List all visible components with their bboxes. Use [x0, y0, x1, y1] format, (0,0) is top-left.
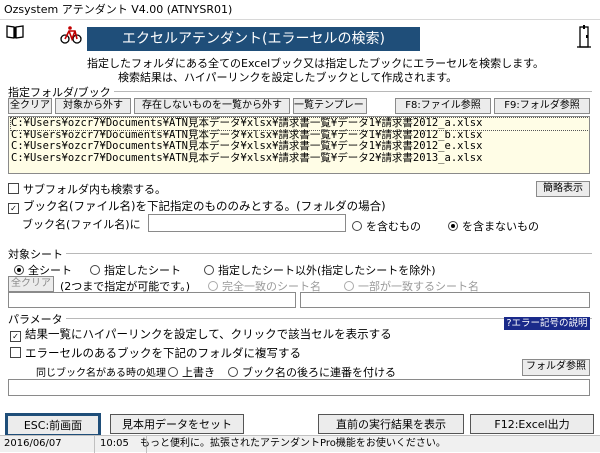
partial-match-radio[interactable]: [344, 281, 354, 291]
overwrite-option[interactable]: 上書き: [168, 364, 215, 380]
sheet-name-input-2[interactable]: [300, 292, 590, 308]
overwrite-label: 上書き: [182, 366, 215, 379]
specified-sheets-option[interactable]: 指定したシート: [90, 262, 181, 278]
remove-missing-button[interactable]: 存在しないものを一覧から外す: [134, 98, 290, 114]
contains-option[interactable]: を含むもの: [352, 218, 421, 234]
sheet-group-label: 対象シート: [8, 246, 66, 262]
contains-radio[interactable]: [352, 221, 362, 231]
sheet-name-input-1[interactable]: [8, 292, 296, 308]
subfolder-checkbox[interactable]: [8, 183, 19, 194]
sheet-group-divider: [8, 253, 592, 254]
file-list[interactable]: C:¥Users¥ozcr7¥Documents¥ATN見本データ¥xlsx¥請…: [8, 116, 590, 174]
book-name-label: ブック名(ファイル名)に: [22, 218, 141, 231]
show-last-result-button[interactable]: 直前の実行結果を表示: [318, 414, 464, 434]
copy-books-checkbox[interactable]: [10, 347, 21, 358]
hyperlink-label: 結果一覧にハイパーリンクを設定して、クリックで該当セルを表示する: [25, 327, 392, 341]
sheet-clear-all-button[interactable]: 全クリア: [8, 276, 54, 292]
exact-match-radio[interactable]: [208, 281, 218, 291]
status-bar: 2016/06/07 10:05 もっと便利に。拡張されたアテンダントPro機能…: [0, 435, 600, 453]
simple-view-button[interactable]: 簡略表示: [536, 181, 590, 197]
copy-folder-input[interactable]: [8, 379, 590, 396]
param-group-label: パラメータ: [8, 311, 66, 327]
window-title: Ozsystem アテンダント V4.00 (ATNYSR01): [0, 0, 600, 20]
folder-ref-button[interactable]: フォルダ参照: [522, 359, 590, 376]
except-sheets-radio[interactable]: [204, 265, 214, 275]
file-list-item[interactable]: C:¥Users¥ozcr7¥Documents¥ATN見本データ¥xlsx¥請…: [10, 117, 589, 131]
copy-books-option[interactable]: エラーセルのあるブックを下記のフォルダに複写する: [10, 345, 301, 361]
book-filter-checkbox[interactable]: ✓: [8, 203, 19, 214]
status-message: もっと便利に。拡張されたアテンダントPro機能をお使いください。: [140, 438, 446, 449]
not-contains-label: を含まないもの: [462, 220, 539, 233]
set-sample-data-button[interactable]: 見本用データをセット: [110, 414, 244, 434]
f8-file-ref-button[interactable]: F8:ファイル参照: [395, 98, 491, 114]
serial-label: ブック名の後ろに連番を付ける: [242, 366, 396, 379]
serial-option[interactable]: ブック名の後ろに連番を付ける: [228, 364, 396, 380]
except-sheets-label: 指定したシート以外(指定したシートを除外): [218, 264, 436, 277]
except-sheets-option[interactable]: 指定したシート以外(指定したシートを除外): [204, 262, 436, 278]
subfolder-option[interactable]: サブフォルダ内も検索する。: [8, 181, 166, 197]
hyperlink-checkbox[interactable]: ✓: [10, 331, 21, 342]
list-template-button[interactable]: 一覧テンプレート: [293, 98, 367, 114]
door-icon[interactable]: [574, 24, 594, 50]
specified-sheets-label: 指定したシート: [104, 264, 181, 277]
clear-all-button[interactable]: 全クリア: [8, 98, 52, 114]
all-sheets-radio[interactable]: [14, 265, 24, 275]
file-list-item[interactable]: C:¥Users¥ozcr7¥Documents¥ATN見本データ¥xlsx¥請…: [11, 140, 589, 153]
book-icon[interactable]: [6, 24, 24, 40]
overwrite-radio[interactable]: [168, 367, 178, 377]
description-line-2: 検索結果は、ハイパーリンクを設定したブックとして作成されます。: [118, 71, 458, 84]
page-banner: エクセルアテンダント(エラーセルの検索): [87, 27, 420, 51]
book-name-input[interactable]: [148, 214, 346, 232]
exclude-button[interactable]: 対象から外す: [55, 98, 131, 114]
book-filter-option[interactable]: ✓ ブック名(ファイル名)を下記指定のもののみとする。(フォルダの場合): [8, 198, 386, 214]
bicycle-icon: [60, 24, 82, 46]
subfolder-label: サブフォルダ内も検索する。: [23, 183, 166, 196]
book-filter-label: ブック名(ファイル名)を下記指定のもののみとする。(フォルダの場合): [23, 199, 386, 213]
not-contains-option[interactable]: を含まないもの: [448, 218, 539, 234]
file-list-item[interactable]: C:¥Users¥ozcr7¥Documents¥ATN見本データ¥xlsx¥請…: [11, 152, 589, 165]
f12-excel-output-button[interactable]: F12:Excel出力: [470, 414, 594, 434]
esc-back-button[interactable]: ESC:前画面: [5, 413, 101, 437]
f9-folder-ref-button[interactable]: F9:フォルダ参照: [494, 98, 590, 114]
same-name-label: 同じブック名がある時の処理: [36, 368, 166, 379]
not-contains-radio[interactable]: [448, 221, 458, 231]
copy-books-label: エラーセルのあるブックを下記のフォルダに複写する: [25, 346, 301, 360]
hyperlink-option[interactable]: ✓ 結果一覧にハイパーリンクを設定して、クリックで該当セルを表示する: [10, 326, 392, 342]
contains-label: を含むもの: [366, 220, 421, 233]
specified-sheets-radio[interactable]: [90, 265, 100, 275]
status-date: 2016/06/07: [0, 436, 95, 453]
serial-radio[interactable]: [228, 367, 238, 377]
error-symbol-help-button[interactable]: ?エラー記号の説明: [504, 317, 590, 330]
